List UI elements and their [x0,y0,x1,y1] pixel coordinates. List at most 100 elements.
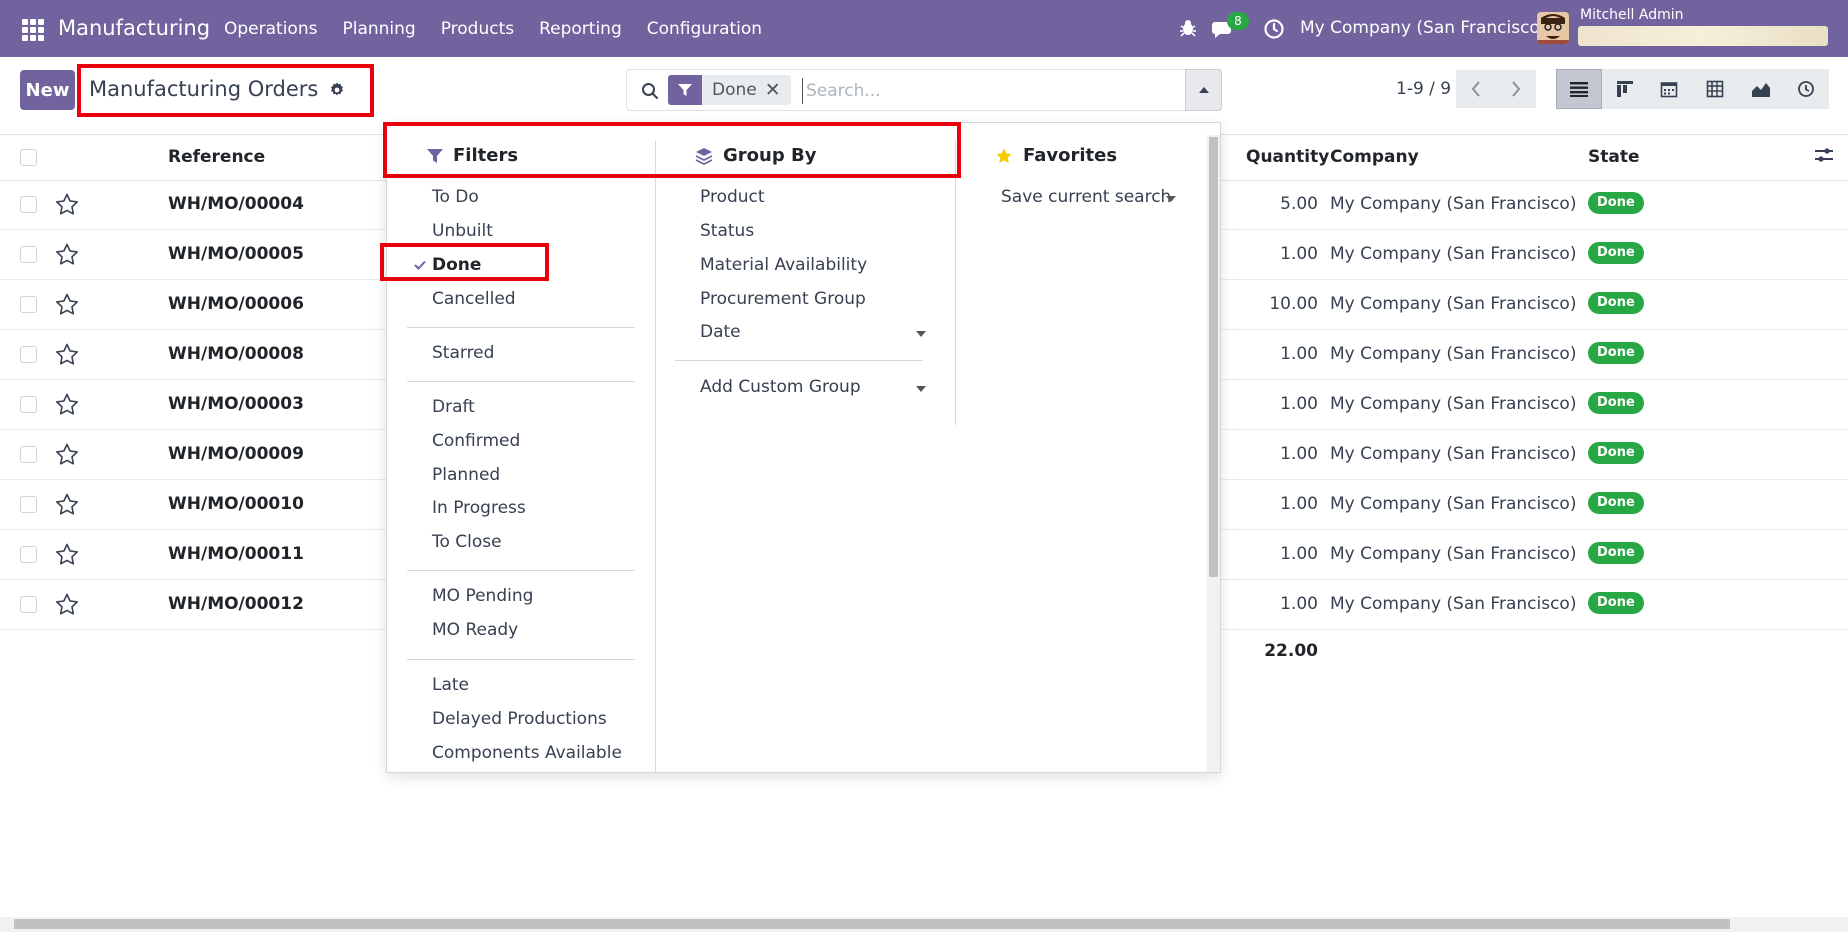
clock-icon[interactable] [1263,18,1285,40]
apps-grid-icon[interactable] [22,19,44,41]
header-reference[interactable]: Reference [168,147,265,167]
filter-unbuilt[interactable]: Unbuilt [432,221,493,241]
row-checkbox[interactable] [20,196,37,213]
group-by-material-availability[interactable]: Material Availability [700,255,867,275]
row-checkbox[interactable] [20,546,37,563]
header-company[interactable]: Company [1330,147,1419,167]
group-by-date[interactable]: Date [700,322,741,342]
star-icon[interactable] [55,293,79,316]
view-kanban-button[interactable] [1602,69,1648,109]
filter-confirmed[interactable]: Confirmed [432,431,520,451]
favorites-heading: Favorites [995,145,1117,166]
column-separator [655,141,656,773]
pager-next-button[interactable] [1496,70,1536,108]
header-quantity[interactable]: Quantity [1246,147,1329,167]
filter-divider [407,570,635,571]
filter-to-close[interactable]: To Close [432,532,502,552]
filter-planned[interactable]: Planned [432,465,500,485]
group-by-status[interactable]: Status [700,221,754,241]
caret-down-icon[interactable] [916,386,926,392]
highlight-panel-headings [383,122,961,178]
row-company: My Company (San Francisco) [1330,244,1577,264]
search-bar: Done ✕ [626,69,1221,111]
view-activity-button[interactable] [1783,69,1829,109]
filter-to-do[interactable]: To Do [432,187,479,207]
facet-remove-icon[interactable]: ✕ [765,75,791,105]
bug-icon[interactable] [1178,18,1198,38]
main-menu: Operations Planning Products Reporting C… [224,19,787,39]
row-checkbox[interactable] [20,496,37,513]
header-state[interactable]: State [1588,147,1640,167]
group-by-procurement-group[interactable]: Procurement Group [700,289,866,309]
star-icon[interactable] [55,593,79,616]
kanban-view-icon [1617,81,1633,97]
filter-facet-icon [668,75,702,105]
user-avatar[interactable] [1537,12,1569,44]
pager-value[interactable]: 1-9 / 9 [1396,79,1451,99]
view-list-button[interactable] [1556,69,1602,109]
facet-value: Done [712,80,757,100]
menu-products[interactable]: Products [441,19,514,39]
company-switcher[interactable]: My Company (San Francisco) [1300,18,1546,38]
app-name[interactable]: Manufacturing [58,16,210,40]
user-name[interactable]: Mitchell Admin [1580,7,1684,23]
caret-down-icon[interactable] [916,331,926,337]
star-icon[interactable] [55,543,79,566]
menu-planning[interactable]: Planning [342,19,415,39]
optional-columns-icon[interactable] [1814,145,1834,165]
filter-mo-pending[interactable]: MO Pending [432,586,533,606]
search-input[interactable] [802,78,1182,104]
status-badge: Done [1588,242,1644,264]
star-icon[interactable] [55,193,79,216]
row-checkbox[interactable] [20,296,37,313]
row-reference: WH/MO/00008 [168,344,304,364]
row-checkbox[interactable] [20,346,37,363]
menu-reporting[interactable]: Reporting [539,19,622,39]
menu-operations[interactable]: Operations [224,19,317,39]
filter-draft[interactable]: Draft [432,397,475,417]
panel-scrollbar-thumb[interactable] [1209,137,1218,577]
menu-configuration[interactable]: Configuration [647,19,762,39]
select-all-checkbox[interactable] [20,149,37,166]
row-checkbox[interactable] [20,596,37,613]
column-separator [955,141,956,425]
group-by-product[interactable]: Product [700,187,765,207]
row-company: My Company (San Francisco) [1330,444,1577,464]
horizontal-scrollbar-thumb[interactable] [14,919,1730,929]
caret-down-icon[interactable] [1166,196,1176,202]
status-badge: Done [1588,292,1644,314]
search-panel-dropdown: Filters To Do Unbuilt Done Cancelled Sta… [386,122,1221,773]
new-button[interactable]: New [20,70,75,110]
filter-divider [407,381,635,382]
star-icon[interactable] [55,493,79,516]
filter-delayed-productions[interactable]: Delayed Productions [432,709,607,729]
row-company: My Company (San Francisco) [1330,394,1577,414]
search-panel-toggle[interactable] [1185,69,1222,111]
star-icon[interactable] [55,443,79,466]
filter-in-progress[interactable]: In Progress [432,498,526,518]
filter-cancelled[interactable]: Cancelled [432,289,516,309]
row-checkbox[interactable] [20,246,37,263]
view-graph-button[interactable] [1738,69,1784,109]
pager-previous-button[interactable] [1456,70,1496,108]
star-icon[interactable] [55,243,79,266]
filter-divider [407,659,635,660]
filter-divider [407,327,635,328]
row-checkbox[interactable] [20,396,37,413]
filter-late[interactable]: Late [432,675,469,695]
save-current-search[interactable]: Save current search [1001,187,1171,207]
star-icon[interactable] [55,393,79,416]
view-pivot-button[interactable] [1692,69,1738,109]
row-reference: WH/MO/00012 [168,594,304,614]
filter-mo-ready[interactable]: MO Ready [432,620,518,640]
row-checkbox[interactable] [20,446,37,463]
star-icon [996,148,1012,163]
view-calendar-button[interactable] [1646,69,1692,109]
row-reference: WH/MO/00004 [168,194,304,214]
filter-starred[interactable]: Starred [432,343,494,363]
status-badge: Done [1588,542,1644,564]
filter-components-available[interactable]: Components Available [432,743,622,763]
row-reference: WH/MO/00010 [168,494,304,514]
add-custom-group[interactable]: Add Custom Group [700,377,861,397]
star-icon[interactable] [55,343,79,366]
